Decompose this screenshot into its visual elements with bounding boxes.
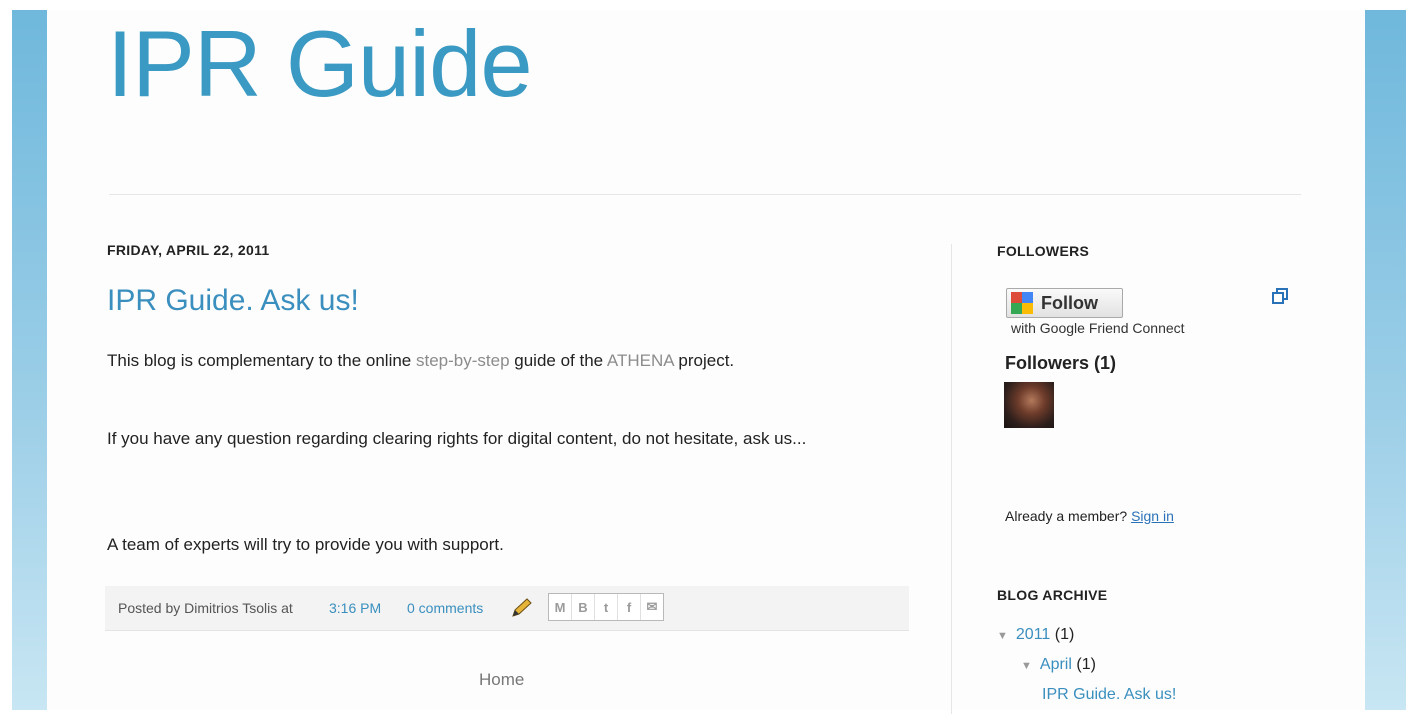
post-paragraph-2: If you have any question regarding clear…: [107, 429, 807, 448]
follow-button-label: Follow: [1041, 292, 1098, 313]
page-content: IPR Guide FRIDAY, APRIL 22, 2011 IPR Gui…: [47, 8, 1365, 714]
post-timestamp-link[interactable]: 3:16 PM: [329, 600, 381, 616]
post-date-header: FRIDAY, APRIL 22, 2011: [107, 242, 270, 258]
twitter-icon[interactable]: t: [595, 594, 618, 620]
comments-link[interactable]: 0 comments: [407, 600, 483, 616]
member-signin-line: Already a member? Sign in: [1005, 508, 1174, 524]
archive-month-count: (1): [1076, 656, 1096, 673]
header-divider: [109, 194, 1301, 195]
follower-avatar[interactable]: [1004, 382, 1054, 428]
buzz-icon[interactable]: ✉: [641, 594, 663, 620]
p1-text-before: This blog is complementary to the online: [107, 351, 416, 370]
popout-icon[interactable]: [1272, 288, 1288, 309]
followers-count: Followers (1): [1005, 353, 1117, 373]
blog-title[interactable]: IPR Guide: [107, 8, 533, 121]
home-link[interactable]: Home: [479, 670, 524, 690]
step-by-step-link[interactable]: step-by-step: [416, 351, 510, 370]
blogger-icon[interactable]: B: [572, 594, 595, 620]
follow-button[interactable]: Follow: [1006, 288, 1123, 318]
post-author-line: Posted by Dimitrios Tsolis at: [118, 600, 293, 616]
followers-widget-title: FOLLOWERS: [997, 243, 1090, 259]
blog-archive-title: BLOG ARCHIVE: [997, 587, 1108, 603]
google-friend-connect-icon: [1011, 292, 1033, 314]
sign-in-link[interactable]: Sign in: [1131, 508, 1174, 524]
archive-month-row: ▼ April (1): [1021, 656, 1096, 674]
triangle-down-icon[interactable]: ▼: [997, 630, 1008, 642]
archive-post-link[interactable]: IPR Guide. Ask us!: [1042, 686, 1176, 703]
p1-text-middle: guide of the: [509, 351, 607, 370]
gfc-subtitle: with Google Friend Connect: [1011, 320, 1185, 336]
post-paragraph-3: A team of experts will try to provide yo…: [107, 535, 504, 554]
share-buttons: M B t f ✉: [548, 593, 664, 621]
archive-month-link[interactable]: April: [1040, 656, 1072, 673]
post-footer: Posted by Dimitrios Tsolis at 3:16 PM 0 …: [105, 586, 909, 631]
post-title[interactable]: IPR Guide. Ask us!: [107, 284, 359, 318]
archive-year-row: ▼ 2011 (1): [997, 626, 1074, 644]
archive-year-count: (1): [1054, 626, 1075, 643]
column-divider: [951, 244, 952, 714]
p1-text-after: project.: [673, 351, 735, 370]
edit-pencil-icon[interactable]: [509, 596, 535, 623]
facebook-icon[interactable]: f: [618, 594, 641, 620]
triangle-down-icon[interactable]: ▼: [1021, 660, 1032, 672]
archive-post-row: IPR Guide. Ask us!: [1042, 686, 1176, 704]
archive-year-link[interactable]: 2011: [1016, 626, 1050, 643]
post-paragraph-1: This blog is complementary to the online…: [107, 348, 897, 374]
email-icon[interactable]: M: [549, 594, 572, 620]
member-prompt: Already a member?: [1005, 508, 1128, 524]
athena-link[interactable]: ATHENA: [607, 351, 674, 370]
